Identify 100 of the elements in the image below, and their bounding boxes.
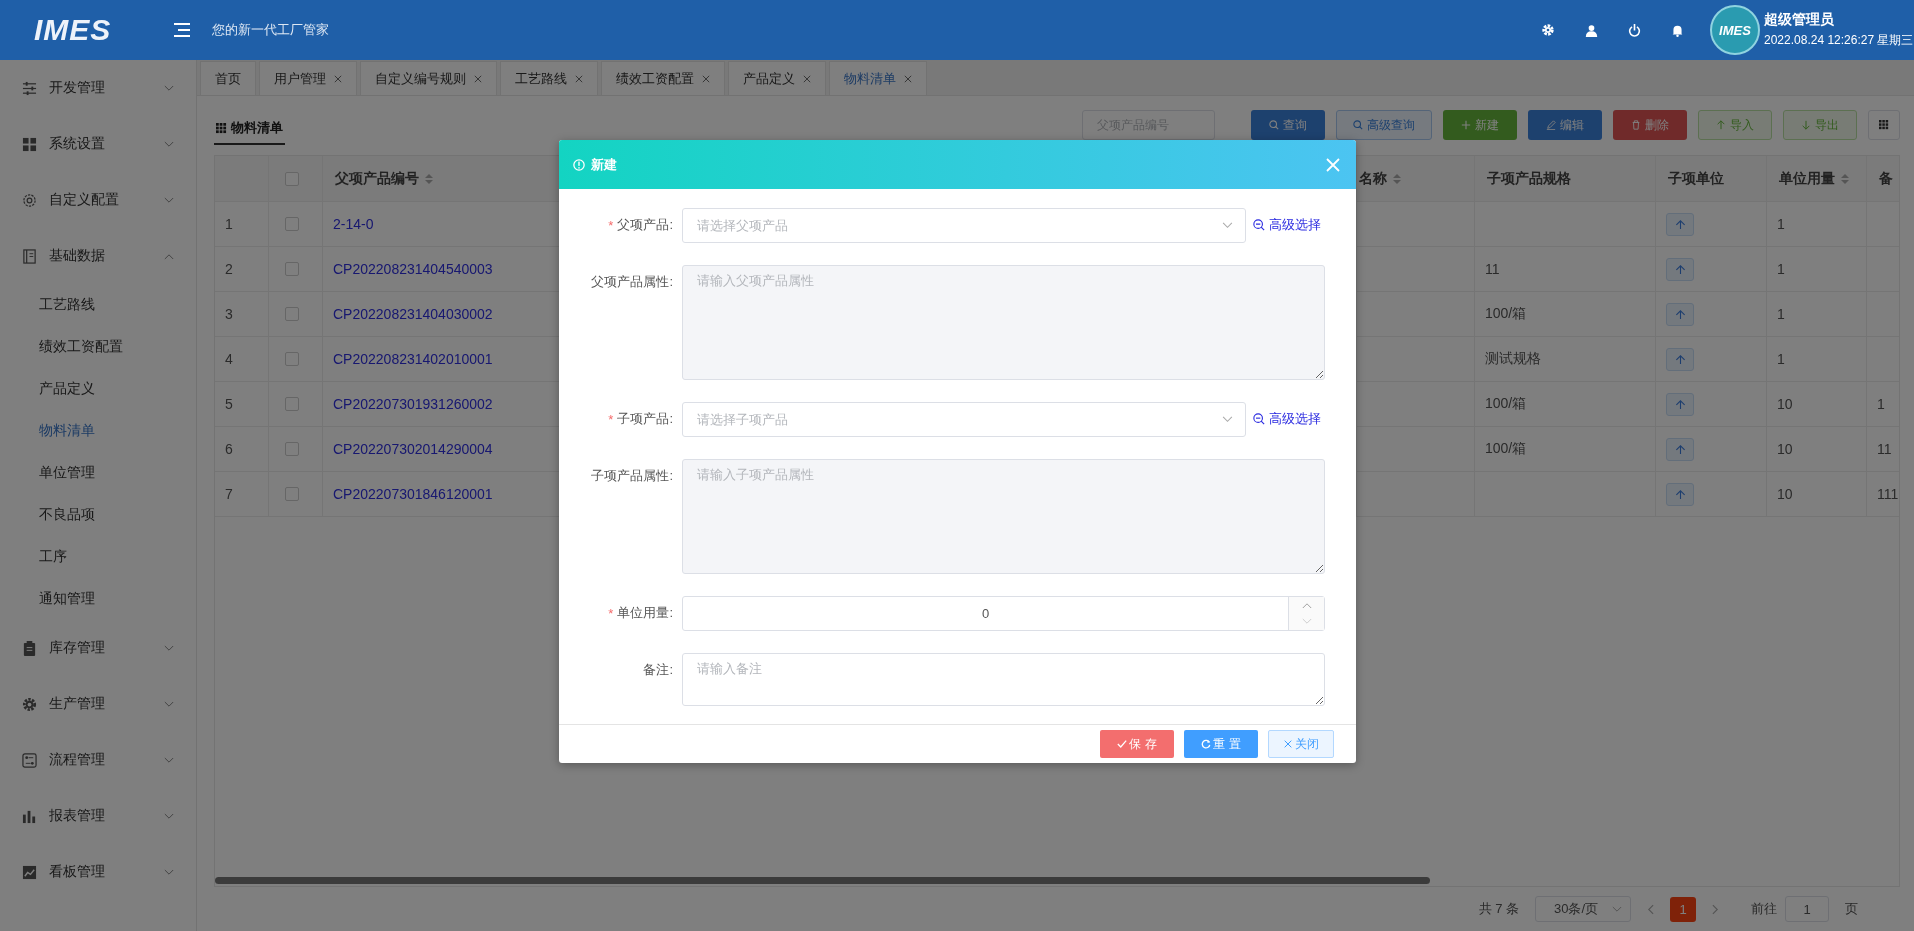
checkbox[interactable]: [285, 397, 299, 411]
tab[interactable]: 首页: [200, 61, 256, 95]
clipboard-icon: [22, 640, 37, 656]
toolbar-button[interactable]: 高级查询: [1336, 110, 1432, 140]
tab[interactable]: 用户管理: [259, 61, 357, 95]
tab[interactable]: 工艺路线: [500, 61, 598, 95]
chevron-down-icon: [1612, 905, 1622, 913]
sidebar-subitem[interactable]: 不良品项: [0, 494, 196, 536]
avatar[interactable]: IMES: [1710, 5, 1760, 55]
page-input[interactable]: 1: [1785, 896, 1829, 922]
upload-button[interactable]: [1666, 437, 1694, 461]
number-field[interactable]: 0: [682, 596, 1325, 631]
toolbar-button[interactable]: 查询: [1251, 110, 1325, 140]
sidebar-subitem[interactable]: 物料清单: [0, 410, 196, 452]
upload-button[interactable]: [1666, 302, 1694, 326]
gear-icon: [22, 192, 37, 208]
arrow-up-icon: [1674, 398, 1686, 410]
chevron-left-icon[interactable]: [1647, 903, 1654, 915]
scrollbar-thumb[interactable]: [215, 877, 1430, 884]
table-cell: 11: [1475, 247, 1656, 292]
table-cell: 111: [1867, 472, 1899, 517]
user-name: 超级管理员: [1764, 11, 1835, 29]
tab[interactable]: 物料清单: [829, 61, 927, 95]
bell-icon[interactable]: [1671, 23, 1684, 37]
close-icon[interactable]: [904, 74, 912, 83]
close-icon[interactable]: [474, 74, 482, 83]
sort-icon[interactable]: [1393, 172, 1401, 185]
sidebar-subitem[interactable]: 绩效工资配置: [0, 326, 196, 368]
total-count: 共 7 条: [1478, 900, 1519, 918]
column-header[interactable]: 名称: [1357, 156, 1475, 201]
dialog-button[interactable]: 保 存: [1100, 730, 1174, 758]
column-header[interactable]: 备: [1867, 156, 1899, 201]
column-header[interactable]: 子项单位: [1656, 156, 1767, 201]
sliders-icon: [22, 80, 37, 96]
field-label: 父项产品属性:: [591, 273, 673, 291]
sidebar-subitem[interactable]: 单位管理: [0, 452, 196, 494]
dialog-button[interactable]: 关闭: [1268, 730, 1334, 758]
refresh-icon: [1201, 739, 1212, 749]
page-title[interactable]: 物料清单: [214, 113, 285, 145]
sidebar-item[interactable]: 报表管理: [0, 788, 196, 844]
user-icon[interactable]: [1585, 23, 1598, 37]
column-settings-button[interactable]: [1868, 110, 1900, 140]
checkbox[interactable]: [285, 307, 299, 321]
column-header[interactable]: 子项产品规格: [1475, 156, 1656, 201]
logo: IMES: [34, 13, 113, 47]
checkbox[interactable]: [285, 442, 299, 456]
tab[interactable]: 绩效工资配置: [601, 61, 725, 95]
sidebar-item[interactable]: 流程管理: [0, 732, 196, 788]
chevron-up-icon[interactable]: [1301, 601, 1312, 609]
tab[interactable]: 产品定义: [728, 61, 826, 95]
sidebar-item[interactable]: 库存管理: [0, 620, 196, 676]
sidebar-item[interactable]: 系统设置: [0, 116, 196, 172]
sort-icon[interactable]: [1841, 172, 1849, 185]
toolbar-button[interactable]: 删除: [1613, 110, 1687, 140]
page-number[interactable]: 1: [1670, 896, 1696, 922]
checkbox[interactable]: [285, 171, 299, 186]
chevron-down-icon[interactable]: [1301, 618, 1312, 626]
upload-button[interactable]: [1666, 347, 1694, 371]
advanced-select-link[interactable]: 高级选择: [1253, 402, 1321, 436]
checkbox[interactable]: [285, 262, 299, 276]
tab[interactable]: 自定义编号规则: [360, 61, 497, 95]
upload-button[interactable]: [1666, 482, 1694, 506]
dialog-button[interactable]: 重 置: [1184, 730, 1258, 758]
sort-icon[interactable]: [425, 172, 433, 185]
power-icon[interactable]: [1628, 23, 1641, 37]
field-label: 子项产品:: [617, 410, 673, 428]
sidebar-item[interactable]: 自定义配置: [0, 172, 196, 228]
row-number: 7: [215, 472, 269, 517]
close-icon[interactable]: [334, 74, 342, 83]
upload-button[interactable]: [1666, 212, 1694, 236]
text-area[interactable]: 请输入父项产品属性: [682, 265, 1325, 380]
upload-button[interactable]: [1666, 392, 1694, 416]
checkbox[interactable]: [285, 217, 299, 231]
advanced-select-link[interactable]: 高级选择: [1253, 208, 1321, 242]
close-icon[interactable]: [803, 74, 811, 83]
sidebar-item[interactable]: 开发管理: [0, 60, 196, 116]
text-area[interactable]: 请输入备注: [682, 653, 1325, 706]
column-header[interactable]: 单位用量: [1767, 156, 1867, 201]
row-number: 5: [215, 382, 269, 427]
search-icon: [1269, 120, 1279, 130]
flow-icon: [22, 752, 37, 768]
chevron-right-icon[interactable]: [1712, 903, 1719, 915]
upload-button[interactable]: [1666, 257, 1694, 281]
sidebar-item[interactable]: 基础数据: [0, 228, 196, 284]
toolbar-button[interactable]: 编辑: [1528, 110, 1602, 140]
row-number: 6: [215, 427, 269, 472]
settings-icon[interactable]: [1541, 23, 1555, 37]
close-icon[interactable]: [575, 74, 583, 83]
sidebar-subitem[interactable]: 通知管理: [0, 578, 196, 620]
page-size-select[interactable]: 30条/页: [1535, 896, 1631, 922]
sidebar-subitem[interactable]: 产品定义: [0, 368, 196, 410]
text-area[interactable]: 请输入子项产品属性: [682, 459, 1325, 574]
sidebar-item[interactable]: 生产管理: [0, 676, 196, 732]
close-icon[interactable]: [702, 74, 710, 83]
checkbox[interactable]: [285, 487, 299, 501]
sidebar-item[interactable]: 看板管理: [0, 844, 196, 900]
sidebar-subitem[interactable]: 工序: [0, 536, 196, 578]
menu-icon[interactable]: [174, 23, 190, 37]
checkbox[interactable]: [285, 352, 299, 366]
sidebar-subitem[interactable]: 工艺路线: [0, 284, 196, 326]
